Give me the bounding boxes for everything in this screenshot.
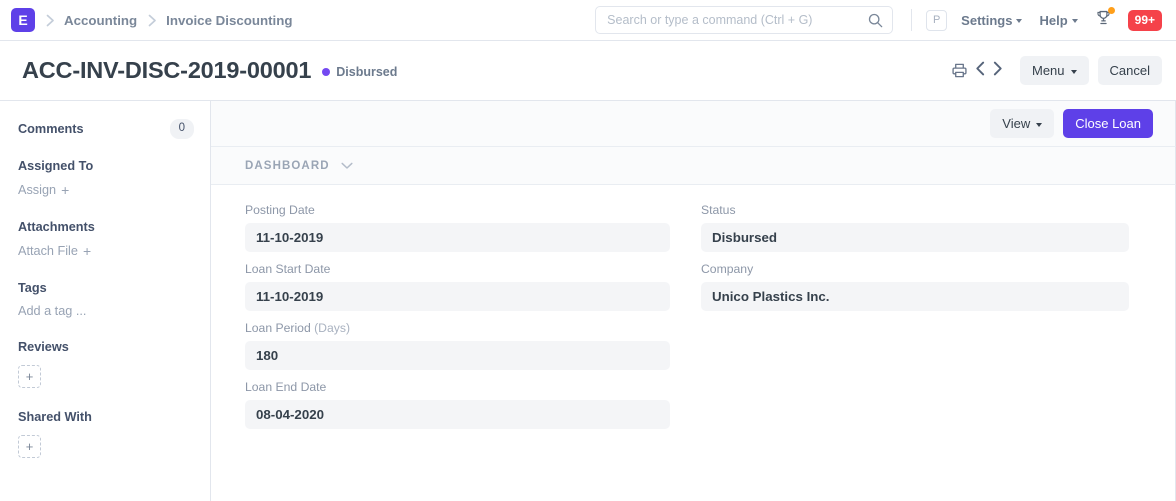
settings-menu[interactable]: Settings [961,12,1023,28]
attach-file-label: Attach File [18,243,78,258]
chevron-right-icon [35,14,64,27]
menu-button[interactable]: Menu [1020,56,1089,85]
previous-document-button[interactable] [972,61,989,81]
field-value[interactable]: 180 [245,341,670,370]
label-text: Posting Date [245,203,315,217]
status-label: Disbursed [336,65,398,79]
chevron-right-icon-2 [137,14,166,27]
print-icon[interactable] [947,62,972,79]
field-status: Status Disbursed [701,203,1135,252]
trophy-notification-dot [1107,7,1115,14]
view-label: View [1002,116,1031,131]
field-label: Posting Date [245,203,673,217]
field-company: Company Unico Plastics Inc. [701,262,1135,311]
sidebar: Comments 0 Assigned To Assign + Attachme… [0,101,211,501]
field-value[interactable]: Disbursed [701,223,1129,252]
assign-button[interactable]: Assign + [18,182,194,198]
assigned-to-label: Assigned To [18,158,94,173]
field-label: Company [701,262,1135,276]
sidebar-section-comments: Comments 0 [18,119,194,139]
app-logo[interactable]: E [11,8,35,32]
sidebar-section-tags: Tags Add a tag ... [18,279,194,318]
cancel-button[interactable]: Cancel [1097,56,1162,85]
menu-label: Menu [1032,63,1065,78]
field-label: Loan Period (Days) [245,321,673,335]
reviews-label: Reviews [18,339,69,354]
chevron-down-icon [1016,19,1023,23]
label-text: Company [701,262,754,276]
shared-with-label: Shared With [18,409,92,424]
tags-label: Tags [18,280,47,295]
plus-icon-3: + [25,368,34,384]
close-loan-button[interactable]: Close Loan [1063,109,1153,138]
chevron-down-icon-5[interactable] [341,162,353,170]
help-label: Help [1039,12,1068,28]
chevron-down-icon-3 [1070,69,1077,74]
chevron-down-icon-4 [1036,122,1043,127]
page-title: ACC-INV-DISC-2019-00001 [22,57,312,83]
settings-label: Settings [961,12,1013,28]
logo-letter: E [18,12,28,28]
page-header-actions: Menu Cancel [947,56,1162,85]
sidebar-section-shared-with: Shared With + [18,408,194,458]
attachments-label: Attachments [18,219,95,234]
chevron-down-icon-2 [1071,19,1078,23]
field-value[interactable]: Unico Plastics Inc. [701,282,1129,311]
add-tag-input[interactable]: Add a tag ... [18,304,194,318]
page-header: ACC-INV-DISC-2019-00001 Disbursed Menu C… [0,41,1176,101]
add-shared-user-button[interactable]: + [18,434,41,458]
field-label: Loan Start Date [245,262,673,276]
field-value[interactable]: 11-10-2019 [245,223,670,252]
avatar[interactable]: P [926,9,948,31]
search-input[interactable] [607,13,869,27]
form-column-right: Status Disbursed Company Unico Plastics … [673,203,1135,501]
field-loan-end-date: Loan End Date 08-04-2020 [245,380,673,429]
label-text: Loan Start Date [245,262,331,276]
field-posting-date: Posting Date 11-10-2019 [245,203,673,252]
form-column-left: Posting Date 11-10-2019 Loan Start Date … [211,203,673,501]
status-badge: Disbursed [322,65,397,79]
navbar: E Accounting Invoice Discounting P Setti… [0,0,1176,41]
comments-count: 0 [169,119,194,139]
field-value[interactable]: 11-10-2019 [245,282,670,311]
main-content: View Close Loan DASHBOARD Posting Date 1… [211,101,1176,501]
navbar-divider [911,9,913,31]
avatar-letter: P [933,14,941,26]
field-label: Status [701,203,1135,217]
field-label: Loan End Date [245,380,673,394]
form-fields-area: Posting Date 11-10-2019 Loan Start Date … [211,185,1176,501]
sidebar-section-reviews: Reviews + [18,338,194,388]
sidebar-section-attachments: Attachments Attach File + [18,218,194,259]
notification-badge[interactable]: 99+ [1127,9,1162,31]
plus-icon: + [61,181,70,198]
assign-label: Assign [18,182,57,197]
breadcrumb-invoice-discounting[interactable]: Invoice Discounting [166,13,292,28]
attach-file-button[interactable]: Attach File + [18,243,194,259]
page-body: Comments 0 Assigned To Assign + Attachme… [0,101,1176,501]
plus-icon-2: + [82,242,92,259]
search-box[interactable] [595,6,894,34]
label-sub: (Days) [314,321,351,335]
field-loan-start-date: Loan Start Date 11-10-2019 [245,262,673,311]
label-text: Status [701,203,736,217]
add-review-button[interactable]: + [18,364,41,388]
breadcrumb-accounting[interactable]: Accounting [64,13,137,28]
next-document-button[interactable] [989,61,1006,81]
field-value[interactable]: 08-04-2020 [245,400,670,429]
sidebar-section-assigned-to: Assigned To Assign + [18,157,194,198]
trophy-button[interactable] [1095,7,1115,31]
plus-icon-4: + [25,438,34,454]
field-loan-period-days: Loan Period (Days) 180 [245,321,673,370]
label-text: Loan Period [245,321,315,335]
status-dot-icon [322,68,331,76]
dashboard-section-label: DASHBOARD [245,159,330,172]
dashboard-section-header[interactable]: DASHBOARD [211,147,1176,185]
view-button[interactable]: View [990,109,1055,138]
form-toolbar: View Close Loan [211,101,1176,147]
label-text: Loan End Date [245,380,327,394]
comments-label: Comments [18,121,84,136]
search-icon[interactable] [868,13,883,28]
help-menu[interactable]: Help [1039,12,1078,28]
navbar-right-group: P Settings Help 99+ [595,6,1162,34]
